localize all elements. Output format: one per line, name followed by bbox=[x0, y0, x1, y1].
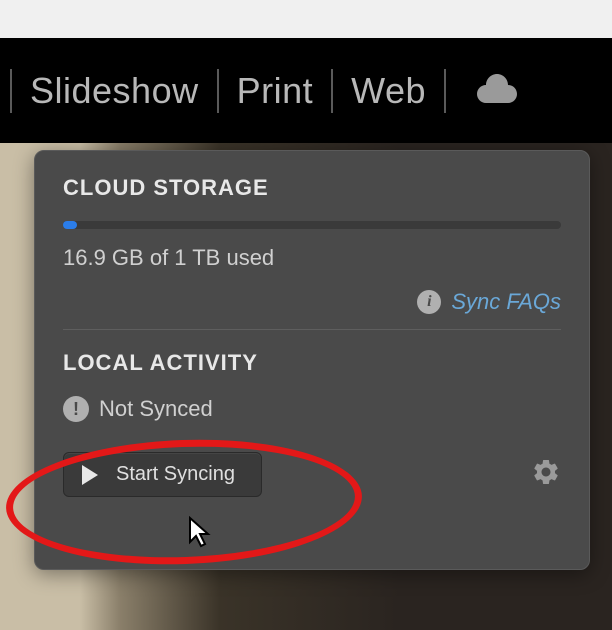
module-tabs-bar: Slideshow Print Web bbox=[0, 38, 612, 143]
settings-button[interactable] bbox=[531, 457, 561, 492]
cloud-sync-panel: CLOUD STORAGE 16.9 GB of 1 TB used i Syn… bbox=[34, 150, 590, 570]
cloud-sync-button[interactable] bbox=[446, 73, 518, 108]
storage-progress-bar bbox=[63, 221, 561, 229]
section-divider bbox=[63, 329, 561, 330]
warning-icon: ! bbox=[63, 396, 89, 422]
storage-progress-fill bbox=[63, 221, 77, 229]
start-syncing-button[interactable]: Start Syncing bbox=[63, 452, 262, 497]
panel-bottom-row: Start Syncing bbox=[63, 452, 561, 497]
local-activity-heading: LOCAL ACTIVITY bbox=[63, 350, 561, 376]
cloud-icon bbox=[472, 73, 518, 108]
sync-faqs-link[interactable]: Sync FAQs bbox=[451, 289, 561, 315]
tab-slideshow[interactable]: Slideshow bbox=[12, 70, 217, 112]
sync-status-text: Not Synced bbox=[99, 396, 213, 422]
tab-print[interactable]: Print bbox=[219, 70, 332, 112]
sync-status-row: ! Not Synced bbox=[63, 396, 561, 422]
tab-web[interactable]: Web bbox=[333, 70, 444, 112]
play-icon bbox=[82, 465, 98, 485]
cloud-storage-heading: CLOUD STORAGE bbox=[63, 175, 561, 201]
gear-icon bbox=[531, 474, 561, 491]
top-strip bbox=[0, 0, 612, 38]
start-syncing-label: Start Syncing bbox=[116, 463, 235, 486]
faq-row: i Sync FAQs bbox=[63, 289, 561, 315]
info-icon: i bbox=[417, 290, 441, 314]
storage-usage-text: 16.9 GB of 1 TB used bbox=[63, 245, 561, 271]
